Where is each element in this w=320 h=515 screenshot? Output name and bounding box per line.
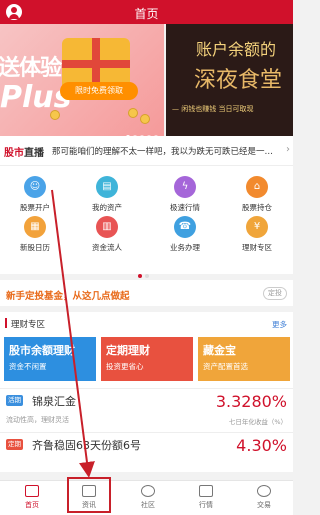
finance-section: 理财专区 更多 股市余额理财 资金不闲置 定期理财 投资更省心 藏金宝 资产配置… — [0, 312, 293, 472]
product-row[interactable]: 活期 锦泉汇金 流动性高，理财灵活 3.3280% 七日年化收益（%） — [0, 388, 293, 430]
coin-icon — [50, 110, 60, 120]
finance-icon: ¥ — [246, 216, 268, 238]
finance-header: 理财专区 更多 — [0, 312, 293, 334]
card-title: 股市余额理财 — [9, 344, 75, 357]
shortcut-business[interactable]: ☎ 业务办理 — [156, 216, 214, 253]
product-row[interactable]: 定期 齐鲁稳固63天份额6号 4.30% — [0, 432, 293, 474]
coin-icon — [140, 114, 150, 124]
home-chart-icon: ⌂ — [246, 176, 268, 198]
wallet-icon: ▤ — [96, 176, 118, 198]
fund-icon: ▥ — [96, 216, 118, 238]
banner-right-title: 账户余额的 — [196, 40, 277, 59]
shortcut-grid: ☺ 股票开户 ▤ 我的资产 ϟ 极速行情 ⌂ 股票持仓 ▦ 新股日历 ▥ 资金流… — [0, 166, 293, 278]
user-icon: ☺ — [24, 176, 46, 198]
shortcut-label: 极速行情 — [170, 203, 200, 212]
grid-dot — [138, 274, 142, 278]
product-rate: 4.30% — [236, 436, 287, 455]
home-icon — [25, 485, 39, 497]
nav-market[interactable]: 行情 — [186, 485, 226, 510]
card-subtitle: 资产配置首选 — [203, 362, 248, 371]
shortcut-my-assets[interactable]: ▤ 我的资产 — [78, 176, 136, 213]
finance-card-balance[interactable]: 股市余额理财 资金不闲置 — [4, 337, 96, 381]
shortcut-label: 股票持仓 — [242, 203, 272, 212]
service-icon: ☎ — [174, 216, 196, 238]
shortcut-label: 新股日历 — [20, 243, 50, 252]
banner-pagination — [126, 124, 161, 136]
trade-icon — [257, 485, 271, 497]
grid-dot — [145, 274, 149, 278]
section-marker — [5, 318, 7, 328]
banner-slide-plus[interactable]: 送体验 Plus 限时免费领取 — [0, 24, 164, 136]
chevron-right-icon[interactable]: › — [286, 144, 290, 155]
shortcut-label: 股票开户 — [20, 203, 50, 212]
product-tag: 定期 — [6, 439, 23, 450]
card-title: 藏金宝 — [203, 344, 236, 357]
banner-right-headline: 深夜食堂 — [194, 68, 283, 93]
shortcut-label: 资金流人 — [92, 243, 122, 252]
card-subtitle: 投资更省心 — [106, 362, 144, 371]
coin-icon — [128, 108, 138, 118]
shortcut-fund-inflow[interactable]: ▥ 资金流人 — [78, 216, 136, 253]
shortcut-label: 业务办理 — [170, 243, 200, 252]
card-subtitle: 资金不闲置 — [9, 362, 47, 371]
promo-banner-carousel[interactable]: 送体验 Plus 限时免费领取 账户余额的 深夜食堂 — 闲钱也赚钱 当日可取现 — [0, 24, 293, 136]
market-live-ticker[interactable]: 股市直播 那可能咱们的理解不太一样吧，我以为跌无可跌已经是一… › — [0, 136, 293, 166]
page-title: 首页 — [134, 7, 159, 21]
nav-label: 首页 — [25, 501, 39, 509]
finance-card-gold[interactable]: 藏金宝 资产配置首选 — [198, 337, 290, 381]
nav-home[interactable]: 首页 — [12, 485, 52, 510]
shortcut-ipo-calendar[interactable]: ▦ 新股日历 — [6, 216, 64, 253]
card-title: 定期理财 — [106, 344, 150, 357]
nav-community[interactable]: 社区 — [128, 485, 168, 510]
finance-more-link[interactable]: 更多 — [272, 319, 287, 330]
lightning-icon: ϟ — [174, 176, 196, 198]
banner-left-headline: 送体验 — [0, 56, 62, 81]
product-desc: 流动性高，理财灵活 — [6, 416, 69, 424]
product-rate-desc: 七日年化收益（%） — [228, 418, 287, 426]
ticker-logo: 股市直播 — [4, 144, 44, 159]
banner-right-subtitle: — 闲钱也赚钱 当日可取现 — [172, 105, 254, 113]
product-tag: 活期 — [6, 395, 23, 406]
finance-card-fixed[interactable]: 定期理财 投资更省心 — [101, 337, 193, 381]
shortcut-label: 我的资产 — [92, 203, 122, 212]
calendar-icon: ▦ — [24, 216, 46, 238]
product-name: 齐鲁稳固63天份额6号 — [32, 439, 141, 452]
finance-title: 理财专区 — [11, 320, 46, 330]
shortcut-label: 理财专区 — [242, 243, 272, 252]
market-icon — [199, 485, 213, 497]
fund-tip-tag: 定投 — [263, 287, 287, 300]
bottom-nav: 首页 资讯 社区 行情 交易 — [0, 480, 293, 515]
fund-tip-text: 新手定投基金，从这几点做起 — [6, 291, 130, 302]
top-bar: 首页 — [0, 0, 293, 24]
banner-slide-night-canteen[interactable]: 账户余额的 深夜食堂 — 闲钱也赚钱 当日可取现 — [166, 24, 293, 136]
nav-label: 行情 — [199, 501, 213, 509]
nav-trade[interactable]: 交易 — [244, 485, 284, 510]
ticker-logo-a: 股市 — [4, 148, 24, 159]
product-name: 锦泉汇金 — [32, 395, 76, 408]
nav-label: 交易 — [257, 501, 271, 509]
banner-claim-button[interactable]: 限时免费领取 — [60, 82, 138, 100]
shortcut-open-account[interactable]: ☺ 股票开户 — [6, 176, 64, 213]
annotation-highlight-box — [67, 477, 111, 513]
ticker-message[interactable]: 那可能咱们的理解不太一样吧，我以为跌无可跌已经是一… — [52, 145, 284, 157]
ticker-logo-b: 直播 — [24, 148, 44, 159]
shortcut-fast-quotes[interactable]: ϟ 极速行情 — [156, 176, 214, 213]
fund-tip-banner[interactable]: 新手定投基金，从这几点做起 定投 — [0, 280, 293, 306]
product-rate: 3.3280% — [215, 392, 287, 411]
nav-label: 社区 — [141, 501, 155, 509]
community-icon — [141, 485, 155, 497]
shortcut-holdings[interactable]: ⌂ 股票持仓 — [228, 176, 286, 213]
shortcut-finance-zone[interactable]: ¥ 理财专区 — [228, 216, 286, 253]
